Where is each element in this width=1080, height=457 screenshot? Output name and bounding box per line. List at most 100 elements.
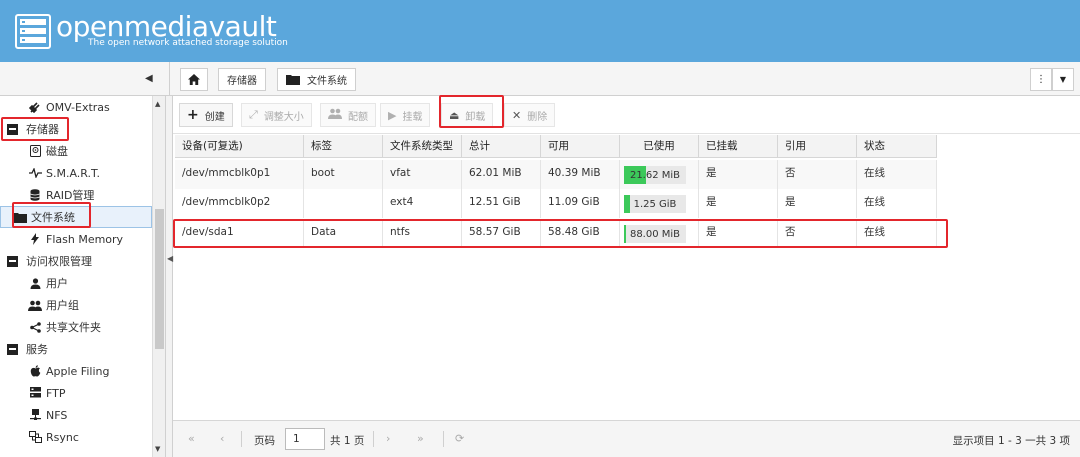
grid-toolbar: + 创建 ⤢ 调整大小 配额 ▶ 挂载 ⏏ 卸载 ✕ 删除 <box>173 96 1080 134</box>
flash-icon <box>28 232 42 246</box>
sidebar-item-users[interactable]: 用户 <box>0 272 152 294</box>
collapse-panel-icon[interactable]: ◀ <box>167 254 173 263</box>
sidebar-item-omv-extras[interactable]: OMV-Extras <box>0 96 152 118</box>
table-row[interactable]: /dev/mmcblk0p1 boot vfat 62.01 MiB 40.39… <box>175 160 937 189</box>
more-options-button[interactable]: ⋮ <box>1030 68 1052 91</box>
breadcrumb-storage[interactable]: 存储器 <box>218 68 266 91</box>
scrollbar-thumb[interactable] <box>155 209 164 349</box>
disk-icon <box>28 144 42 158</box>
user-icon <box>28 276 42 290</box>
separator <box>241 431 242 447</box>
sidebar-group-storage[interactable]: 存储器 <box>0 118 152 140</box>
usage-bar: 88.00 MiB <box>624 225 686 243</box>
server-icon <box>28 386 42 400</box>
sidebar-item-smart[interactable]: S.M.A.R.T. <box>0 162 152 184</box>
users-icon <box>328 108 342 122</box>
cell-fstype: ext4 <box>383 189 462 218</box>
panel-splitter[interactable]: ◀ <box>165 96 173 457</box>
sidebar-item-disks[interactable]: 磁盘 <box>0 140 152 162</box>
create-button[interactable]: + 创建 <box>179 103 233 127</box>
cell-label: boot <box>304 160 383 189</box>
column-header-referenced[interactable]: 引用 <box>778 135 857 158</box>
folder-icon <box>13 210 27 224</box>
sidebar-item-label: 共享文件夹 <box>46 321 101 334</box>
play-icon: ▶ <box>388 108 397 122</box>
sidebar-group-access-rights[interactable]: 访问权限管理 <box>0 250 152 272</box>
quota-button[interactable]: 配额 <box>320 103 376 127</box>
column-header-device[interactable]: 设备(可复选) <box>175 135 304 158</box>
last-page-icon[interactable]: » <box>417 432 424 445</box>
collapse-icon[interactable] <box>7 123 18 135</box>
sidebar-group-services[interactable]: 服务 <box>0 338 152 360</box>
navigation-tree: OMV-Extras 存储器 磁盘 S.M.A.R.T. RAID管理 文件系统… <box>0 96 165 457</box>
cell-fstype: ntfs <box>383 219 462 248</box>
mount-button[interactable]: ▶ 挂载 <box>380 103 431 127</box>
column-header-available[interactable]: 可用 <box>541 135 620 158</box>
sidebar-item-filesystems[interactable]: 文件系统 <box>0 206 152 228</box>
unmount-button[interactable]: ⏏ 卸载 <box>441 103 494 127</box>
column-header-label[interactable]: 标签 <box>304 135 383 158</box>
sidebar-item-flash-memory[interactable]: Flash Memory <box>0 228 152 250</box>
sidebar-item-raid[interactable]: RAID管理 <box>0 184 152 206</box>
previous-page-icon[interactable]: ‹ <box>220 432 224 445</box>
breadcrumb-filesystems[interactable]: 文件系统 <box>277 68 356 91</box>
breadcrumb-home[interactable] <box>180 68 208 91</box>
sidebar-item-label: S.M.A.R.T. <box>46 166 100 180</box>
network-icon <box>28 408 42 422</box>
column-header-mounted[interactable]: 已挂载 <box>699 135 778 158</box>
column-header-used[interactable]: 已使用 <box>620 135 699 158</box>
cell-total: 58.57 GiB <box>462 219 541 248</box>
sidebar-item-label: 文件系统 <box>31 211 75 224</box>
scroll-up-icon[interactable]: ▲ <box>155 100 160 108</box>
sidebar-item-shared-folders[interactable]: 共享文件夹 <box>0 316 152 338</box>
cell-label: Data <box>304 219 383 248</box>
app-header: openmediavault The open network attached… <box>0 0 1080 62</box>
plug-icon <box>28 100 42 114</box>
page-number-input[interactable] <box>285 428 325 450</box>
sidebar-item-label: Rsync <box>46 430 79 444</box>
collapse-icon[interactable] <box>7 255 18 267</box>
cell-label <box>304 189 383 218</box>
sidebar-item-apple-filing[interactable]: Apple Filing <box>0 360 152 382</box>
cell-referenced: 否 <box>778 219 857 248</box>
cell-used: 1.25 GiB <box>620 189 699 218</box>
first-page-icon[interactable]: « <box>188 432 195 445</box>
separator <box>373 431 374 447</box>
column-header-total[interactable]: 总计 <box>462 135 541 158</box>
sidebar-item-ftp[interactable]: FTP <box>0 382 152 404</box>
resize-button[interactable]: ⤢ 调整大小 <box>241 103 312 127</box>
breadcrumb-label: 文件系统 <box>307 76 347 87</box>
scroll-down-icon[interactable]: ▼ <box>155 445 160 453</box>
vertical-dots-icon: ⋮ <box>1036 74 1046 85</box>
refresh-icon[interactable]: ⟳ <box>455 432 464 445</box>
cell-status: 在线 <box>857 189 937 218</box>
delete-button[interactable]: ✕ 删除 <box>504 103 556 127</box>
cell-status: 在线 <box>857 219 937 248</box>
cell-available: 11.09 GiB <box>541 189 620 218</box>
cell-mounted: 是 <box>699 219 778 248</box>
sidebar-item-label: 用户组 <box>46 299 79 312</box>
collapse-icon[interactable] <box>7 343 18 355</box>
sidebar-item-label: 用户 <box>46 277 68 290</box>
dropdown-button[interactable]: ▼ <box>1052 68 1074 91</box>
table-row[interactable]: /dev/mmcblk0p2 ext4 12.51 GiB 11.09 GiB … <box>175 189 937 218</box>
sidebar-scrollbar[interactable]: ▲ ▼ <box>152 96 165 457</box>
cell-referenced: 否 <box>778 160 857 189</box>
expand-icon: ⤢ <box>249 108 258 121</box>
separator <box>443 431 444 447</box>
usage-bar: 1.25 GiB <box>624 195 686 213</box>
column-header-status[interactable]: 状态 <box>857 135 937 158</box>
home-icon <box>188 74 200 85</box>
collapse-sidebar-icon[interactable]: ◀ <box>145 73 153 84</box>
next-page-icon[interactable]: › <box>386 432 390 445</box>
sidebar-item-rsync[interactable]: Rsync <box>0 426 152 448</box>
table-row[interactable]: /dev/sda1 Data ntfs 58.57 GiB 58.48 GiB … <box>175 219 937 248</box>
sidebar-item-label: 存储器 <box>26 123 59 136</box>
column-header-fstype[interactable]: 文件系统类型 <box>383 135 462 158</box>
brand-tagline: The open network attached storage soluti… <box>88 38 288 48</box>
sidebar-item-nfs[interactable]: NFS <box>0 404 152 426</box>
breadcrumb: 存储器 文件系统 ⋮ ▼ <box>170 62 1080 96</box>
usage-text: 1.25 GiB <box>633 199 677 210</box>
sidebar-item-groups[interactable]: 用户组 <box>0 294 152 316</box>
paging-toolbar: « ‹ 页码 共 1 页 › » ⟳ 显示项目 1 - 3 一共 3 项 <box>173 420 1080 457</box>
